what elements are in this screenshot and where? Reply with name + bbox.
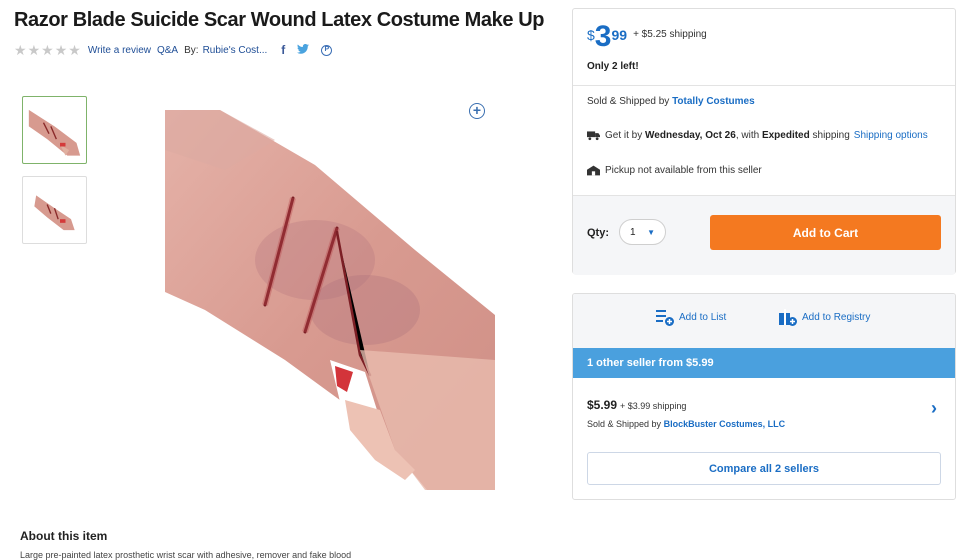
quantity-select[interactable]: 1 ▼ — [619, 219, 666, 245]
add-to-cart-button[interactable]: Add to Cart — [710, 215, 941, 250]
other-sellers-header: 1 other seller from $5.99 — [573, 348, 955, 378]
write-review-link[interactable]: Write a review — [88, 45, 151, 56]
by-label: By: — [184, 44, 199, 56]
star-icon: ★ — [27, 42, 41, 58]
qa-link[interactable]: Q&A — [157, 45, 178, 56]
pickup-text: Pickup not available from this seller — [605, 165, 762, 176]
thumbnail-arm-image — [34, 195, 75, 231]
star-icon: ★ — [54, 42, 68, 58]
other-price-value: $5.99 — [587, 398, 618, 412]
chevron-right-icon[interactable]: › — [931, 398, 937, 419]
compare-sellers-button[interactable]: Compare all 2 sellers — [587, 452, 941, 485]
sold-by: Sold & Shipped by Totally Costumes — [587, 96, 755, 107]
chevron-down-icon: ▼ — [647, 227, 655, 237]
product-meta: ★ ★ ★ ★ ★ Write a review Q&A By: Rubie's… — [14, 43, 333, 57]
delivery-mid: , with — [735, 130, 760, 141]
price: $ 3 99 + $5.25 shipping — [587, 20, 707, 53]
twitter-icon[interactable] — [297, 43, 310, 57]
list-box: Add to List Add to Registry 1 other sell… — [572, 293, 956, 500]
add-to-list-label: Add to List — [679, 311, 727, 323]
stock-status: Only 2 left! — [587, 61, 639, 72]
about-heading: About this item — [20, 529, 108, 543]
product-title: Razor Blade Suicide Scar Wound Latex Cos… — [14, 9, 545, 31]
delivery-method: Expedited — [761, 130, 810, 141]
pickup-info: Pickup not available from this seller — [587, 165, 762, 176]
delivery-info: Get it by Wednesday, Oct 26, with Expedi… — [587, 130, 928, 141]
other-sold-label: Sold & Shipped by — [587, 419, 662, 429]
price-dollars: 3 — [594, 20, 612, 53]
qty-label: Qty: — [587, 227, 609, 239]
add-to-registry-button[interactable]: Add to Registry — [778, 307, 870, 327]
truck-icon — [587, 131, 600, 141]
buy-box: $ 3 99 + $5.25 shipping Only 2 left! Sol… — [572, 8, 956, 275]
rating-stars[interactable]: ★ ★ ★ ★ ★ — [14, 43, 82, 57]
about-description: Large pre-painted latex prosthetic wrist… — [20, 550, 352, 560]
price-currency: $ — [587, 27, 595, 43]
pinterest-icon[interactable]: P — [321, 44, 333, 56]
gift-icon — [779, 309, 797, 326]
store-icon — [587, 165, 600, 176]
star-icon: ★ — [14, 42, 27, 58]
add-to-registry-label: Add to Registry — [802, 311, 871, 323]
thumbnail-2[interactable] — [22, 176, 87, 244]
shipping-options-link[interactable]: Shipping options — [854, 130, 928, 141]
other-shipping: + $3.99 shipping — [620, 401, 687, 411]
add-list-icon — [656, 310, 674, 326]
brand-link[interactable]: Rubie's Cost... — [203, 45, 268, 56]
seller-link[interactable]: Totally Costumes — [672, 96, 755, 107]
other-sold-by: Sold & Shipped by BlockBuster Costumes, … — [587, 419, 785, 429]
star-icon: ★ — [41, 42, 54, 58]
facebook-icon[interactable]: f — [281, 43, 285, 57]
quantity-value: 1 — [630, 226, 636, 238]
sold-by-label: Sold & Shipped by — [587, 96, 670, 107]
shipping-cost: + $5.25 shipping — [633, 29, 707, 40]
add-to-list-button[interactable]: Add to List — [655, 307, 726, 327]
price-cents: 99 — [611, 27, 628, 43]
thumbnail-arm-image — [28, 109, 81, 156]
list-actions: Add to List Add to Registry — [573, 294, 955, 348]
delivery-prefix: Get it by — [605, 130, 643, 141]
product-image — [165, 110, 495, 490]
other-seller-price: $5.99 + $3.99 shipping — [587, 398, 686, 412]
delivery-date: Wednesday, Oct 26 — [645, 130, 736, 141]
star-icon: ★ — [68, 42, 81, 58]
delivery-suffix: shipping — [812, 130, 850, 141]
divider — [573, 85, 955, 86]
other-seller-link[interactable]: BlockBuster Costumes, LLC — [664, 419, 786, 429]
add-to-cart-area: Qty: 1 ▼ Add to Cart — [573, 195, 955, 275]
social-share: f P — [281, 43, 333, 57]
thumbnail-1[interactable] — [22, 96, 87, 164]
